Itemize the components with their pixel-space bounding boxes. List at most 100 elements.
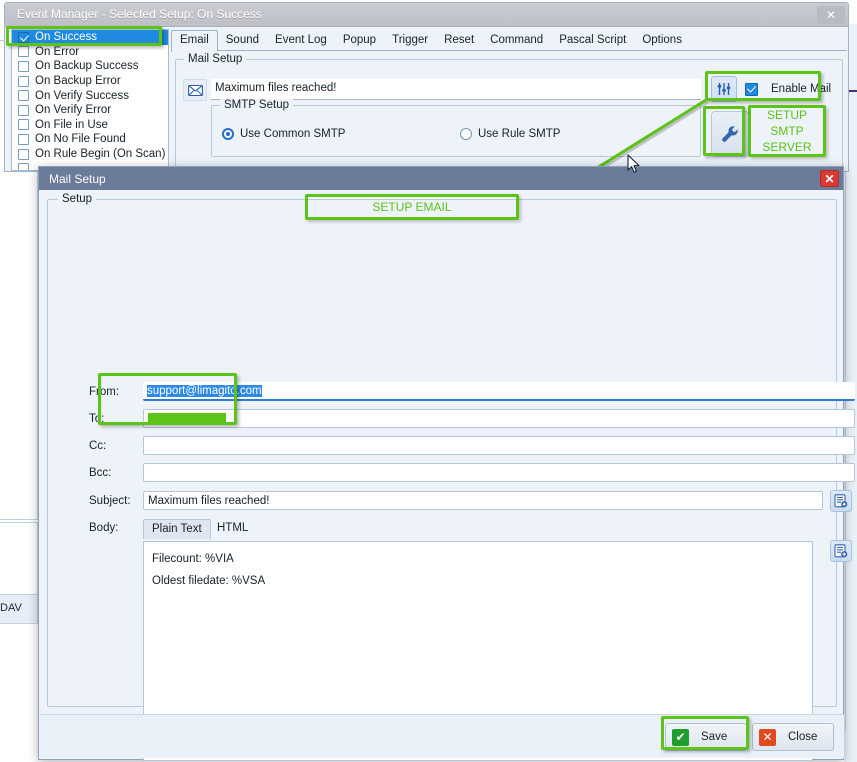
dialog-titlebar[interactable]: Mail Setup ✕ <box>39 167 843 190</box>
tab-label: Popup <box>342 34 377 46</box>
event-item-checkbox[interactable] <box>18 148 29 160</box>
event-item-checkbox[interactable] <box>18 75 29 87</box>
radio-use-common-smtp[interactable]: Use Common SMTP <box>222 128 345 140</box>
tab-bar[interactable]: Email Sound Event Log Popup Trigger Reset Comm… <box>171 30 847 52</box>
mouse-pointer <box>627 154 640 173</box>
enable-mail-row: Enable Mail <box>711 75 831 103</box>
event-list-item[interactable]: On Verify Error <box>12 103 168 118</box>
annotation-smtp-line-2: SMTP <box>770 124 804 138</box>
event-item-label: On Backup Error <box>35 75 121 88</box>
tab-popup[interactable]: Popup <box>335 31 384 51</box>
mail-setup-dialog: Mail Setup ✕ Setup From: support@limagit… <box>38 166 855 761</box>
event-list-item[interactable]: On Rule Begin (On Scan) <box>12 147 168 162</box>
mail-subject-input[interactable]: Maximum files reached! <box>211 79 701 100</box>
event-list-item[interactable]: On Success <box>12 30 168 45</box>
body-label: Body: <box>89 522 119 534</box>
tab-label: Pascal Script <box>559 34 627 46</box>
sliders-icon[interactable] <box>711 76 737 102</box>
event-item-label: On No File Found <box>35 133 126 146</box>
close-button-label: Close <box>788 731 818 743</box>
from-value: support@limagito.com <box>147 385 262 397</box>
tab-label: Trigger <box>392 34 429 46</box>
event-item-checkbox[interactable] <box>18 46 29 58</box>
insert-macro-icon-body[interactable] <box>830 540 852 562</box>
background-right-marker <box>849 90 857 92</box>
event-list-item[interactable]: On Verify Success <box>12 88 168 103</box>
event-item-checkbox[interactable] <box>18 31 29 43</box>
window-title: Event Manager - Selected Setup: On Succe… <box>17 7 262 21</box>
bcc-label: Bcc: <box>89 467 112 479</box>
event-list[interactable]: On Success On Error On Backup Success On Ba… <box>11 29 169 171</box>
radio-rule-label: Use Rule SMTP <box>478 128 561 140</box>
event-list-item[interactable]: On No File Found <box>12 132 168 147</box>
subject-input[interactable]: Maximum files reached! <box>143 491 823 510</box>
subject-label: Subject: <box>89 495 131 507</box>
wrench-icon[interactable] <box>711 111 749 157</box>
event-item-checkbox[interactable] <box>18 133 29 145</box>
event-item-label: On Backup Success <box>35 60 139 73</box>
radio-rule-indicator <box>460 128 472 140</box>
tab-label: Sound <box>225 34 260 46</box>
enable-mail-checkbox[interactable] <box>745 82 758 96</box>
from-label: From: <box>89 386 120 398</box>
tab-reset[interactable]: Reset <box>436 31 482 51</box>
tab-command[interactable]: Command <box>482 31 551 51</box>
body-line-2: Oldest filedate: %VSA <box>152 575 266 587</box>
to-input[interactable] <box>143 409 855 428</box>
event-manager-window: Event Manager - Selected Setup: On Succe… <box>4 2 849 172</box>
cc-label: Cc: <box>89 440 107 452</box>
event-item-checkbox[interactable] <box>18 104 29 116</box>
tab-sound[interactable]: Sound <box>218 31 267 51</box>
event-list-item[interactable]: On File in Use <box>12 118 168 133</box>
window-close-button[interactable]: ✕ <box>817 6 845 24</box>
body-tab-plain-text[interactable]: Plain Text <box>143 519 211 539</box>
event-list-item[interactable]: On Error <box>12 45 168 60</box>
screenshot-root: DAV Event Manager - Selected Setup: On S… <box>0 0 857 762</box>
cross-icon: ✕ <box>759 728 776 746</box>
event-item-label: On Error <box>35 45 80 58</box>
insert-macro-icon-subject[interactable] <box>830 490 852 512</box>
save-button[interactable]: ✔ Save <box>665 723 747 751</box>
tab-label: Command <box>490 34 544 46</box>
event-item-checkbox[interactable] <box>18 60 29 72</box>
event-item-label: On Success <box>35 31 97 44</box>
event-item-checkbox[interactable] <box>18 90 29 102</box>
event-list-item[interactable]: On Backup Success <box>12 59 168 74</box>
annotation-setup-smtp-server: SETUP SMTP SERVER <box>748 105 826 157</box>
body-line-1: Filecount: %VIA <box>152 553 234 565</box>
bcc-input[interactable] <box>143 463 855 482</box>
event-manager-titlebar[interactable]: Event Manager - Selected Setup: On Succe… <box>5 3 848 27</box>
radio-common-label: Use Common SMTP <box>240 128 346 140</box>
dialog-close-button[interactable]: ✕ <box>820 170 839 187</box>
annotation-setup-email-label: SETUP EMAIL <box>372 200 452 214</box>
to-label: To: <box>89 413 105 425</box>
event-item-checkbox[interactable] <box>18 163 29 170</box>
annotation-smtp-line-3: SERVER <box>762 140 812 154</box>
tab-options[interactable]: Options <box>634 31 690 51</box>
envelope-icon[interactable] <box>183 79 207 101</box>
tab-label: Options <box>642 34 682 46</box>
tab-label: Reset <box>444 34 475 46</box>
tab-event-log[interactable]: Event Log <box>267 31 335 51</box>
event-item-label: On Verify Success <box>35 89 129 102</box>
annotation-setup-email: SETUP EMAIL <box>305 194 519 220</box>
close-button[interactable]: ✕ Close <box>752 723 834 751</box>
from-input[interactable]: support@limagito.com <box>143 382 855 401</box>
radio-common-indicator <box>222 128 234 140</box>
dialog-footer: ✔ Save ✕ Close <box>40 714 844 758</box>
enable-mail-label: Enable Mail <box>771 83 832 95</box>
setup-group-caption: Setup <box>58 193 97 205</box>
dialog-title: Mail Setup <box>49 171 106 186</box>
event-item-label: On File in Use <box>35 118 108 131</box>
body-tab-html[interactable]: HTML <box>209 519 256 538</box>
smtp-setup-group: SMTP Setup Use Common SMTP Use Rule SMTP <box>211 99 701 157</box>
event-item-checkbox[interactable] <box>18 119 29 131</box>
to-value-redacted <box>148 413 226 425</box>
tab-trigger[interactable]: Trigger <box>384 31 436 51</box>
tab-pascal-script[interactable]: Pascal Script <box>551 31 634 51</box>
check-icon: ✔ <box>672 728 689 746</box>
event-list-item[interactable]: On Backup Error <box>12 74 168 89</box>
tab-email[interactable]: Email <box>171 30 218 52</box>
radio-use-rule-smtp[interactable]: Use Rule SMTP <box>460 128 560 140</box>
cc-input[interactable] <box>143 436 855 455</box>
